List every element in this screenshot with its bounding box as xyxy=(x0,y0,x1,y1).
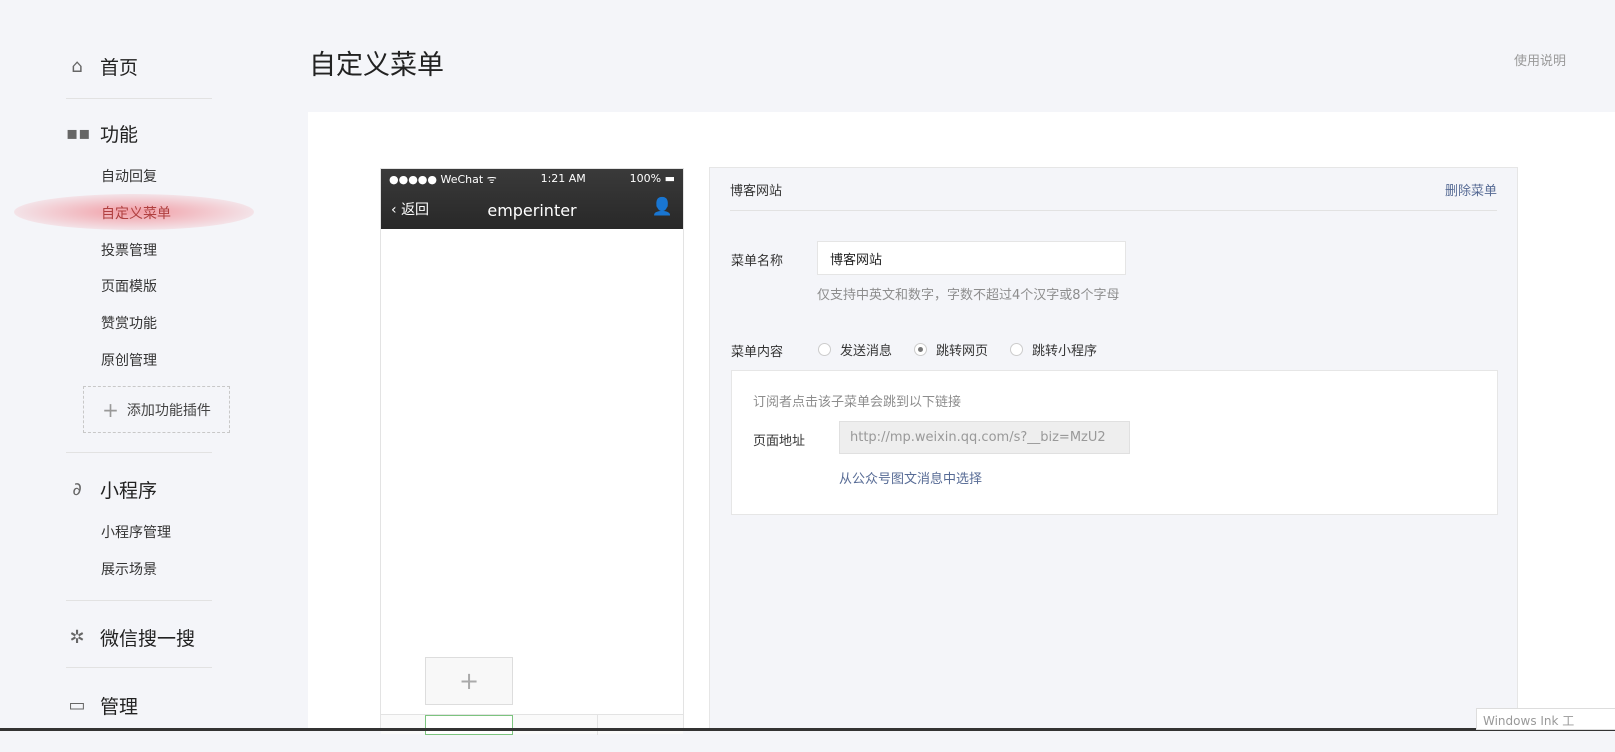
divider xyxy=(66,98,212,99)
sparkle-icon: ✲ xyxy=(69,627,85,648)
name-label: 菜单名称 xyxy=(731,254,784,269)
radio-jump-webpage[interactable]: 跳转网页 xyxy=(914,340,988,359)
taskbar-edge xyxy=(0,728,1615,731)
phone-preview: ●●●●● WeChat ᯤ 1:21 AM 100% ▬ ‹ 返回 emperin… xyxy=(380,168,684,735)
sidebar-item-mini-manage[interactable]: 小程序管理 xyxy=(101,522,171,542)
url-input[interactable] xyxy=(839,421,1130,454)
sidebar-search[interactable]: ✲ 微信搜一搜 xyxy=(66,624,195,651)
plus-icon: + xyxy=(102,397,119,422)
menu-name-input[interactable] xyxy=(817,241,1126,275)
radio-send-message[interactable]: 发送消息 xyxy=(818,340,892,359)
radio-jump-miniprogram[interactable]: 跳转小程序 xyxy=(1010,340,1097,359)
phone-header: ●●●●● WeChat ᯤ 1:21 AM 100% ▬ ‹ 返回 emperin… xyxy=(381,169,683,229)
account-name: emperinter xyxy=(487,201,577,220)
sidebar-item-scenes[interactable]: 展示场景 xyxy=(101,559,157,579)
help-link[interactable]: 使用说明 xyxy=(1514,50,1566,69)
menu-title: 博客网站 xyxy=(730,183,783,199)
grid-icon: ▪▪ xyxy=(66,123,91,144)
name-tip: 仅支持中英文和数字，字数不超过4个汉字或8个字母 xyxy=(817,288,1120,303)
divider xyxy=(66,667,212,668)
sidebar-item-templates[interactable]: 页面模版 xyxy=(101,276,157,296)
delete-menu-link[interactable]: 删除菜单 xyxy=(1445,180,1497,199)
link-settings: 订阅者点击该子菜单会跳到以下链接 页面地址 从公众号图文消息中选择 xyxy=(731,370,1498,515)
link-description: 订阅者点击该子菜单会跳到以下链接 xyxy=(753,395,962,410)
sidebar-item-vote[interactable]: 投票管理 xyxy=(101,240,157,260)
sidebar-item-custom-menu[interactable]: 自定义菜单 xyxy=(101,203,171,223)
status-bar: ●●●●● WeChat ᯤ 1:21 AM 100% ▬ xyxy=(389,172,675,186)
sidebar: ⌂ 首页 ▪▪ 功能 自动回复 自定义菜单 投票管理 页面模版 赞赏功能 原创管理 … xyxy=(0,0,290,730)
sidebar-item-original[interactable]: 原创管理 xyxy=(101,350,157,370)
inbox-icon: ▭ xyxy=(68,695,86,716)
link-icon: ∂ xyxy=(72,479,82,500)
menu-item-selected[interactable] xyxy=(425,715,513,735)
home-icon: ⌂ xyxy=(71,56,83,77)
page-title: 自定义菜单 xyxy=(309,50,444,81)
windows-ink-tooltip: Windows Ink 工 xyxy=(1476,708,1615,730)
add-submenu-button[interactable]: + xyxy=(425,657,513,705)
sidebar-manage[interactable]: ▭ 管理 xyxy=(66,692,138,719)
divider xyxy=(597,715,598,735)
add-plugin-button[interactable]: + 添加功能插件 xyxy=(83,386,230,433)
menu-bar xyxy=(381,714,683,735)
content-label: 菜单内容 xyxy=(731,345,784,360)
divider xyxy=(66,452,212,453)
sidebar-features: ▪▪ 功能 xyxy=(66,123,139,146)
pick-article-link[interactable]: 从公众号图文消息中选择 xyxy=(839,468,982,487)
sidebar-home[interactable]: ⌂ 首页 xyxy=(66,53,138,80)
sidebar-item-reward[interactable]: 赞赏功能 xyxy=(101,313,157,333)
user-icon: 👤 xyxy=(651,197,673,217)
sidebar-item-auto-reply[interactable]: 自动回复 xyxy=(101,166,157,186)
divider xyxy=(66,600,212,601)
url-label: 页面地址 xyxy=(753,434,806,449)
sidebar-miniprogram: ∂ 小程序 xyxy=(66,476,157,503)
menu-editor: 博客网站 删除菜单 菜单名称 仅支持中英文和数字，字数不超过4个汉字或8个字母 菜… xyxy=(709,167,1518,730)
